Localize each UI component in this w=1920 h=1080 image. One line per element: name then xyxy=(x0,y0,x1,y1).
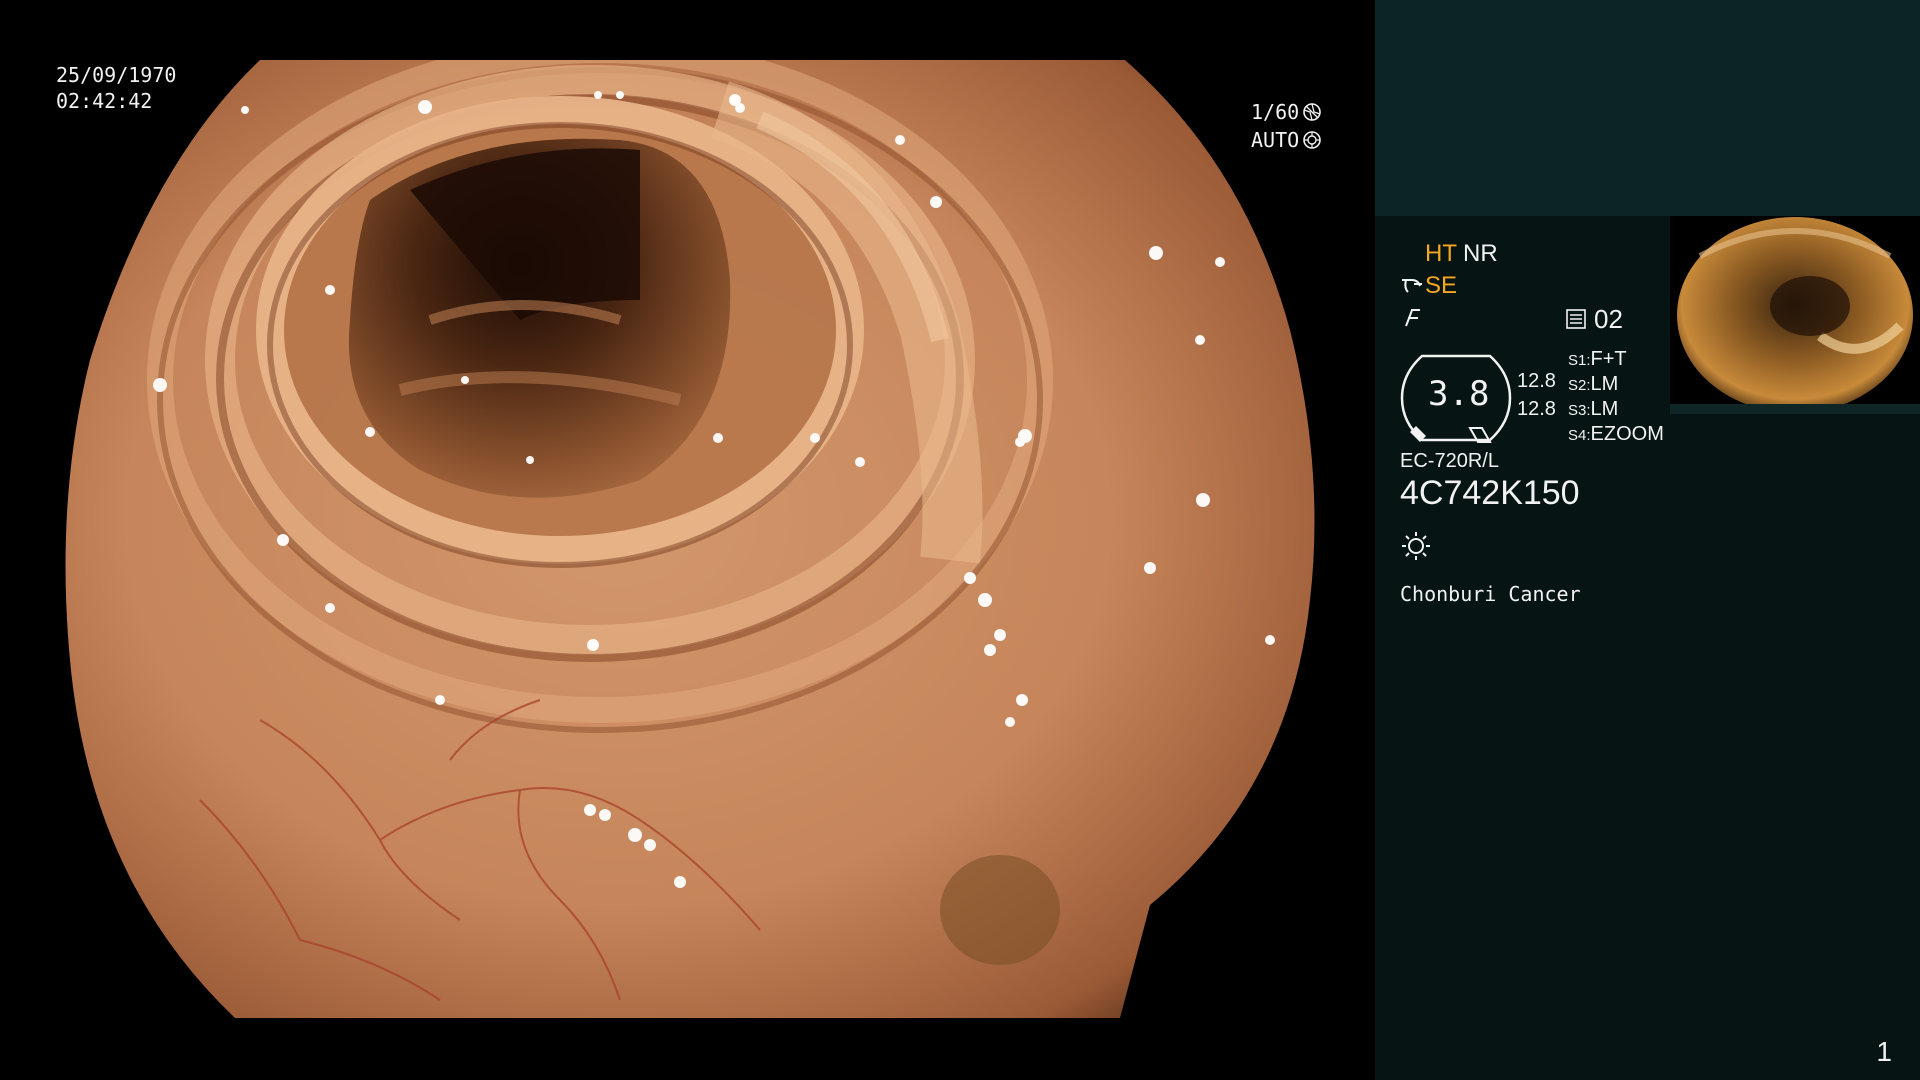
thumbnail-caption-bar xyxy=(1670,404,1920,414)
preset-value: LM xyxy=(1590,373,1619,395)
memo-value: 02 xyxy=(1594,304,1623,334)
preset-key: S2 xyxy=(1568,377,1587,394)
preset-row: S1:F+T xyxy=(1568,348,1627,370)
zoom-value-2: 12.8 xyxy=(1517,398,1556,420)
preset-key: S4 xyxy=(1568,427,1587,444)
switch-presets: S1:F+T S2:LM S3:LM S4:EZOOM xyxy=(1568,348,1664,448)
iris-mode-text: AUTO xyxy=(1251,128,1300,152)
preset-value: LM xyxy=(1590,398,1619,420)
institution-name: Chonburi Cancer xyxy=(1400,582,1581,606)
preset-value: F+T xyxy=(1590,348,1627,370)
ht-indicator: HT xyxy=(1425,240,1457,267)
scope-model: EC-720R/L xyxy=(1400,450,1499,472)
preset-row: S2:LM xyxy=(1568,373,1619,395)
preset-key: S3 xyxy=(1568,402,1587,419)
light-source-icon xyxy=(1402,532,1430,560)
date-text: 25/09/1970 xyxy=(56,63,177,87)
memo-icon xyxy=(1566,309,1586,329)
magnification-value: 3.8 xyxy=(1428,374,1490,414)
time-text: 02:42:42 xyxy=(56,89,153,113)
preset-key: S1 xyxy=(1568,352,1587,369)
page-number: 1 xyxy=(1876,1036,1892,1067)
preset-row: S3:LM xyxy=(1568,398,1619,420)
thumbnail-image xyxy=(1670,216,1920,414)
exposure-readout: 1/60 AUTO xyxy=(1251,98,1322,154)
shutter-icon xyxy=(1303,103,1321,121)
endoscope-viewport: 25/09/1970 02:42:42 1/60 AUTO xyxy=(0,0,1375,1080)
preset-value: EZOOM xyxy=(1590,423,1664,445)
endoscopic-image xyxy=(65,60,1315,1018)
nr-indicator: NR xyxy=(1463,240,1498,267)
scope-tip-icon xyxy=(1402,279,1422,293)
info-panel-header xyxy=(1375,0,1920,216)
structure-icon xyxy=(1405,309,1420,327)
scope-serial: 4C742K150 xyxy=(1400,474,1580,512)
iris-icon xyxy=(1303,131,1321,149)
zoom-value-1: 12.8 xyxy=(1517,370,1556,392)
captured-image-thumbnail[interactable] xyxy=(1670,216,1920,414)
se-indicator: SE xyxy=(1425,272,1458,299)
shutter-row: 1/60 xyxy=(1251,98,1322,126)
shutter-speed-text: 1/60 xyxy=(1251,100,1300,124)
iris-row: AUTO xyxy=(1251,126,1322,154)
preset-row: S4:EZOOM xyxy=(1568,423,1664,445)
datetime-readout: 25/09/1970 02:42:42 xyxy=(56,62,176,114)
